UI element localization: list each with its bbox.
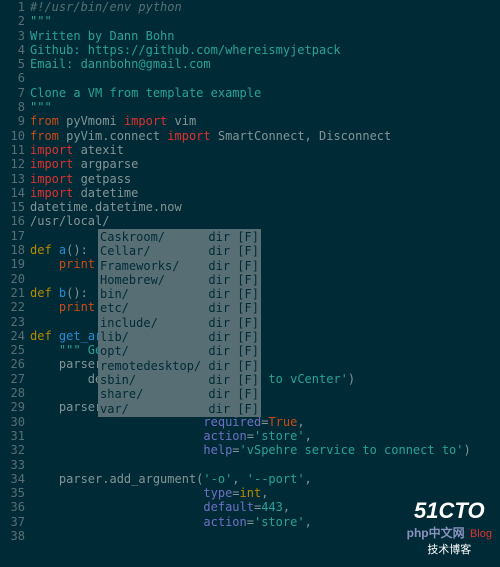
completion-item[interactable]: sbin/ dir [F] (100, 373, 259, 387)
line-number: 17 (0, 229, 25, 243)
code-line[interactable]: datetime.datetime.now (30, 200, 500, 214)
line-number: 5 (0, 57, 25, 71)
code-line[interactable]: import atexit (30, 143, 500, 157)
line-number: 35 (0, 486, 25, 500)
code-line[interactable]: Written by Dann Bohn (30, 29, 500, 43)
line-number: 3 (0, 29, 25, 43)
line-number: 28 (0, 386, 25, 400)
watermark: 51CTO php中文网 Blog 技术博客 (407, 498, 492, 557)
line-number: 33 (0, 458, 25, 472)
completion-item[interactable]: etc/ dir [F] (100, 301, 259, 315)
completion-item[interactable]: remotedesktop/ dir [F] (100, 359, 259, 373)
code-line[interactable]: Clone a VM from template example (30, 86, 500, 100)
line-number: 4 (0, 43, 25, 57)
line-number: 6 (0, 71, 25, 85)
line-number: 11 (0, 143, 25, 157)
watermark-logo: 51CTO (407, 498, 492, 524)
code-line[interactable]: Email: dannbohn@gmail.com (30, 57, 500, 71)
line-number: 26 (0, 357, 25, 371)
line-number: 21 (0, 286, 25, 300)
watermark-sub: 技术博客 (407, 541, 492, 557)
code-line[interactable]: help='vSpehre service to connect to') (30, 443, 500, 457)
completion-item[interactable]: Caskroom/ dir [F] (100, 230, 259, 244)
line-number: 38 (0, 529, 25, 543)
line-number: 27 (0, 372, 25, 386)
line-number: 15 (0, 200, 25, 214)
code-line[interactable]: import datetime (30, 186, 500, 200)
line-number: 7 (0, 86, 25, 100)
code-line[interactable]: import getpass (30, 172, 500, 186)
watermark-badge: php中文网 (407, 524, 465, 541)
line-number: 30 (0, 415, 25, 429)
line-number: 2 (0, 14, 25, 28)
completion-item[interactable]: Homebrew/ dir [F] (100, 273, 259, 287)
completion-item[interactable]: lib/ dir [F] (100, 330, 259, 344)
code-line[interactable]: import argparse (30, 157, 500, 171)
line-number: 31 (0, 429, 25, 443)
line-number: 29 (0, 400, 25, 414)
line-number: 34 (0, 472, 25, 486)
code-line[interactable]: Github: https://github.com/whereismyjetp… (30, 43, 500, 57)
line-number: 18 (0, 243, 25, 257)
completion-item[interactable]: Cellar/ dir [F] (100, 244, 259, 258)
line-number: 9 (0, 114, 25, 128)
code-line[interactable]: parser.add_argument('-o', '--port', (30, 472, 500, 486)
line-number: 1 (0, 0, 25, 14)
code-line[interactable]: """ (30, 100, 500, 114)
completion-popup[interactable]: Caskroom/ dir [F]Cellar/ dir [F]Framewor… (98, 229, 261, 417)
completion-item[interactable]: include/ dir [F] (100, 316, 259, 330)
code-line[interactable]: action='store', (30, 429, 500, 443)
line-number: 25 (0, 343, 25, 357)
code-line[interactable]: /usr/local/ (30, 214, 500, 228)
code-line[interactable]: #!/usr/bin/env python (30, 0, 500, 14)
line-number: 16 (0, 214, 25, 228)
line-number: 13 (0, 172, 25, 186)
line-number: 36 (0, 500, 25, 514)
line-number-gutter: 1234567891011121314151617181920212223242… (0, 0, 30, 543)
code-line[interactable]: """ (30, 14, 500, 28)
line-number: 32 (0, 443, 25, 457)
completion-item[interactable]: opt/ dir [F] (100, 344, 259, 358)
completion-item[interactable]: share/ dir [F] (100, 387, 259, 401)
completion-item[interactable]: var/ dir [F] (100, 402, 259, 416)
line-number: 10 (0, 129, 25, 143)
code-line[interactable] (30, 458, 500, 472)
code-line[interactable] (30, 71, 500, 85)
completion-item[interactable]: bin/ dir [F] (100, 287, 259, 301)
line-number: 12 (0, 157, 25, 171)
line-number: 19 (0, 257, 25, 271)
line-number: 23 (0, 315, 25, 329)
line-number: 22 (0, 300, 25, 314)
code-line[interactable]: from pyVmomi import vim (30, 114, 500, 128)
line-number: 8 (0, 100, 25, 114)
line-number: 14 (0, 186, 25, 200)
completion-item[interactable]: Frameworks/ dir [F] (100, 259, 259, 273)
watermark-blog: Blog (470, 528, 492, 540)
line-number: 20 (0, 272, 25, 286)
code-line[interactable]: from pyVim.connect import SmartConnect, … (30, 129, 500, 143)
line-number: 37 (0, 515, 25, 529)
line-number: 24 (0, 329, 25, 343)
